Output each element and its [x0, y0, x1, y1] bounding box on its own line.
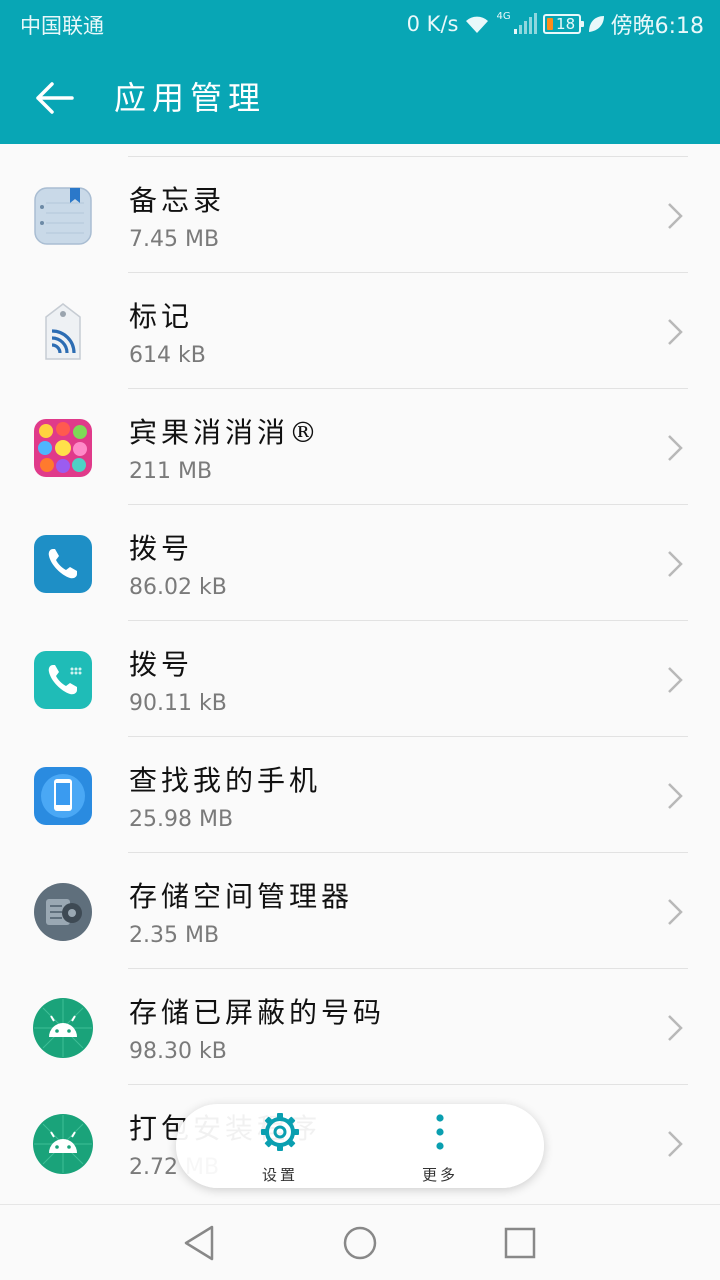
- arrow-left-icon[interactable]: [30, 74, 78, 122]
- more-label: 更多: [421, 1166, 458, 1184]
- floating-action-bar: 设置 更多: [176, 1104, 544, 1188]
- app-list: 备忘录 7.45 MB 标记 614 kB 宾果消消消® 211 MB 拨号 8…: [0, 144, 720, 1204]
- recents-square-icon[interactable]: [500, 1223, 540, 1263]
- list-item[interactable]: 标记 614 kB: [0, 273, 720, 389]
- chevron-right-icon: [668, 551, 683, 577]
- home-circle-icon[interactable]: [340, 1223, 380, 1263]
- chevron-right-icon: [668, 783, 683, 809]
- page-title: 应用管理: [114, 79, 267, 117]
- app-size: 86.02 kB: [129, 575, 227, 600]
- app-name: 拨号: [129, 648, 194, 681]
- status-indicators: 0 K/s 4G 18 傍晚6:18: [407, 8, 704, 40]
- chevron-right-icon: [668, 667, 683, 693]
- status-bar: 中国联通 0 K/s 4G 18 傍晚6:18: [0, 0, 720, 48]
- chevron-right-icon: [668, 435, 683, 461]
- phone-icon: [34, 535, 92, 593]
- app-name: 存储空间管理器: [129, 880, 354, 913]
- clock: 傍晚6:18: [610, 14, 704, 39]
- app-size: 2.35 MB: [129, 923, 220, 948]
- android-icon: [33, 998, 93, 1058]
- chevron-right-icon: [668, 1015, 683, 1041]
- battery-level: 18: [556, 15, 576, 33]
- more-button[interactable]: 更多: [380, 1110, 500, 1184]
- phone-icon: [34, 651, 92, 709]
- app-size: 25.98 MB: [129, 807, 234, 832]
- app-size: 98.30 kB: [129, 1039, 227, 1064]
- system-nav-bar: [0, 1204, 720, 1280]
- candy-game-icon: [34, 419, 92, 477]
- list-item[interactable]: 存储已屏蔽的号码 98.30 kB: [0, 969, 720, 1085]
- battery-icon: 18: [542, 14, 584, 34]
- app-header: 中国联通 0 K/s 4G 18 傍晚6:18 应用管理: [0, 0, 720, 144]
- chevron-right-icon: [668, 203, 683, 229]
- nfc-tag-icon: [45, 303, 81, 360]
- wifi-icon: [466, 16, 489, 33]
- notepad-icon: [34, 187, 92, 245]
- app-name: 备忘录: [129, 184, 226, 217]
- chevron-right-icon: [668, 899, 683, 925]
- carrier-name: 中国联通: [20, 14, 104, 38]
- network-speed: 0 K/s: [406, 12, 459, 36]
- app-name: 标记: [129, 300, 194, 333]
- list-item[interactable]: 拨号 86.02 kB: [0, 505, 720, 621]
- storage-gear-icon: [34, 883, 92, 941]
- app-name: 拨号: [129, 532, 194, 565]
- back-triangle-icon[interactable]: [180, 1223, 220, 1263]
- app-name: 查找我的手机: [129, 764, 322, 797]
- list-item[interactable]: 拨号 90.11 kB: [0, 621, 720, 737]
- find-phone-icon: [34, 767, 92, 825]
- leaf-icon: [588, 16, 604, 32]
- settings-label: 设置: [261, 1166, 298, 1184]
- network-type: 4G: [496, 10, 511, 22]
- list-item[interactable]: 查找我的手机 25.98 MB: [0, 737, 720, 853]
- more-vertical-icon: [436, 1114, 444, 1150]
- list-item[interactable]: 存储空间管理器 2.35 MB: [0, 853, 720, 969]
- chevron-right-icon: [668, 319, 683, 345]
- chevron-right-icon: [668, 1131, 683, 1157]
- app-size: 7.45 MB: [129, 227, 220, 252]
- app-size: 90.11 kB: [129, 691, 227, 716]
- android-icon: [33, 1114, 93, 1174]
- signal-icon: [513, 13, 537, 34]
- app-size: 211 MB: [129, 459, 213, 484]
- gear-icon: [261, 1113, 299, 1151]
- list-item[interactable]: 宾果消消消® 211 MB: [0, 389, 720, 505]
- list-item[interactable]: 备忘录 7.45 MB: [0, 157, 720, 273]
- app-name: 宾果消消消®: [129, 416, 322, 449]
- app-size: 614 kB: [129, 343, 206, 368]
- app-name: 存储已屏蔽的号码: [129, 996, 386, 1029]
- settings-button[interactable]: 设置: [220, 1110, 340, 1184]
